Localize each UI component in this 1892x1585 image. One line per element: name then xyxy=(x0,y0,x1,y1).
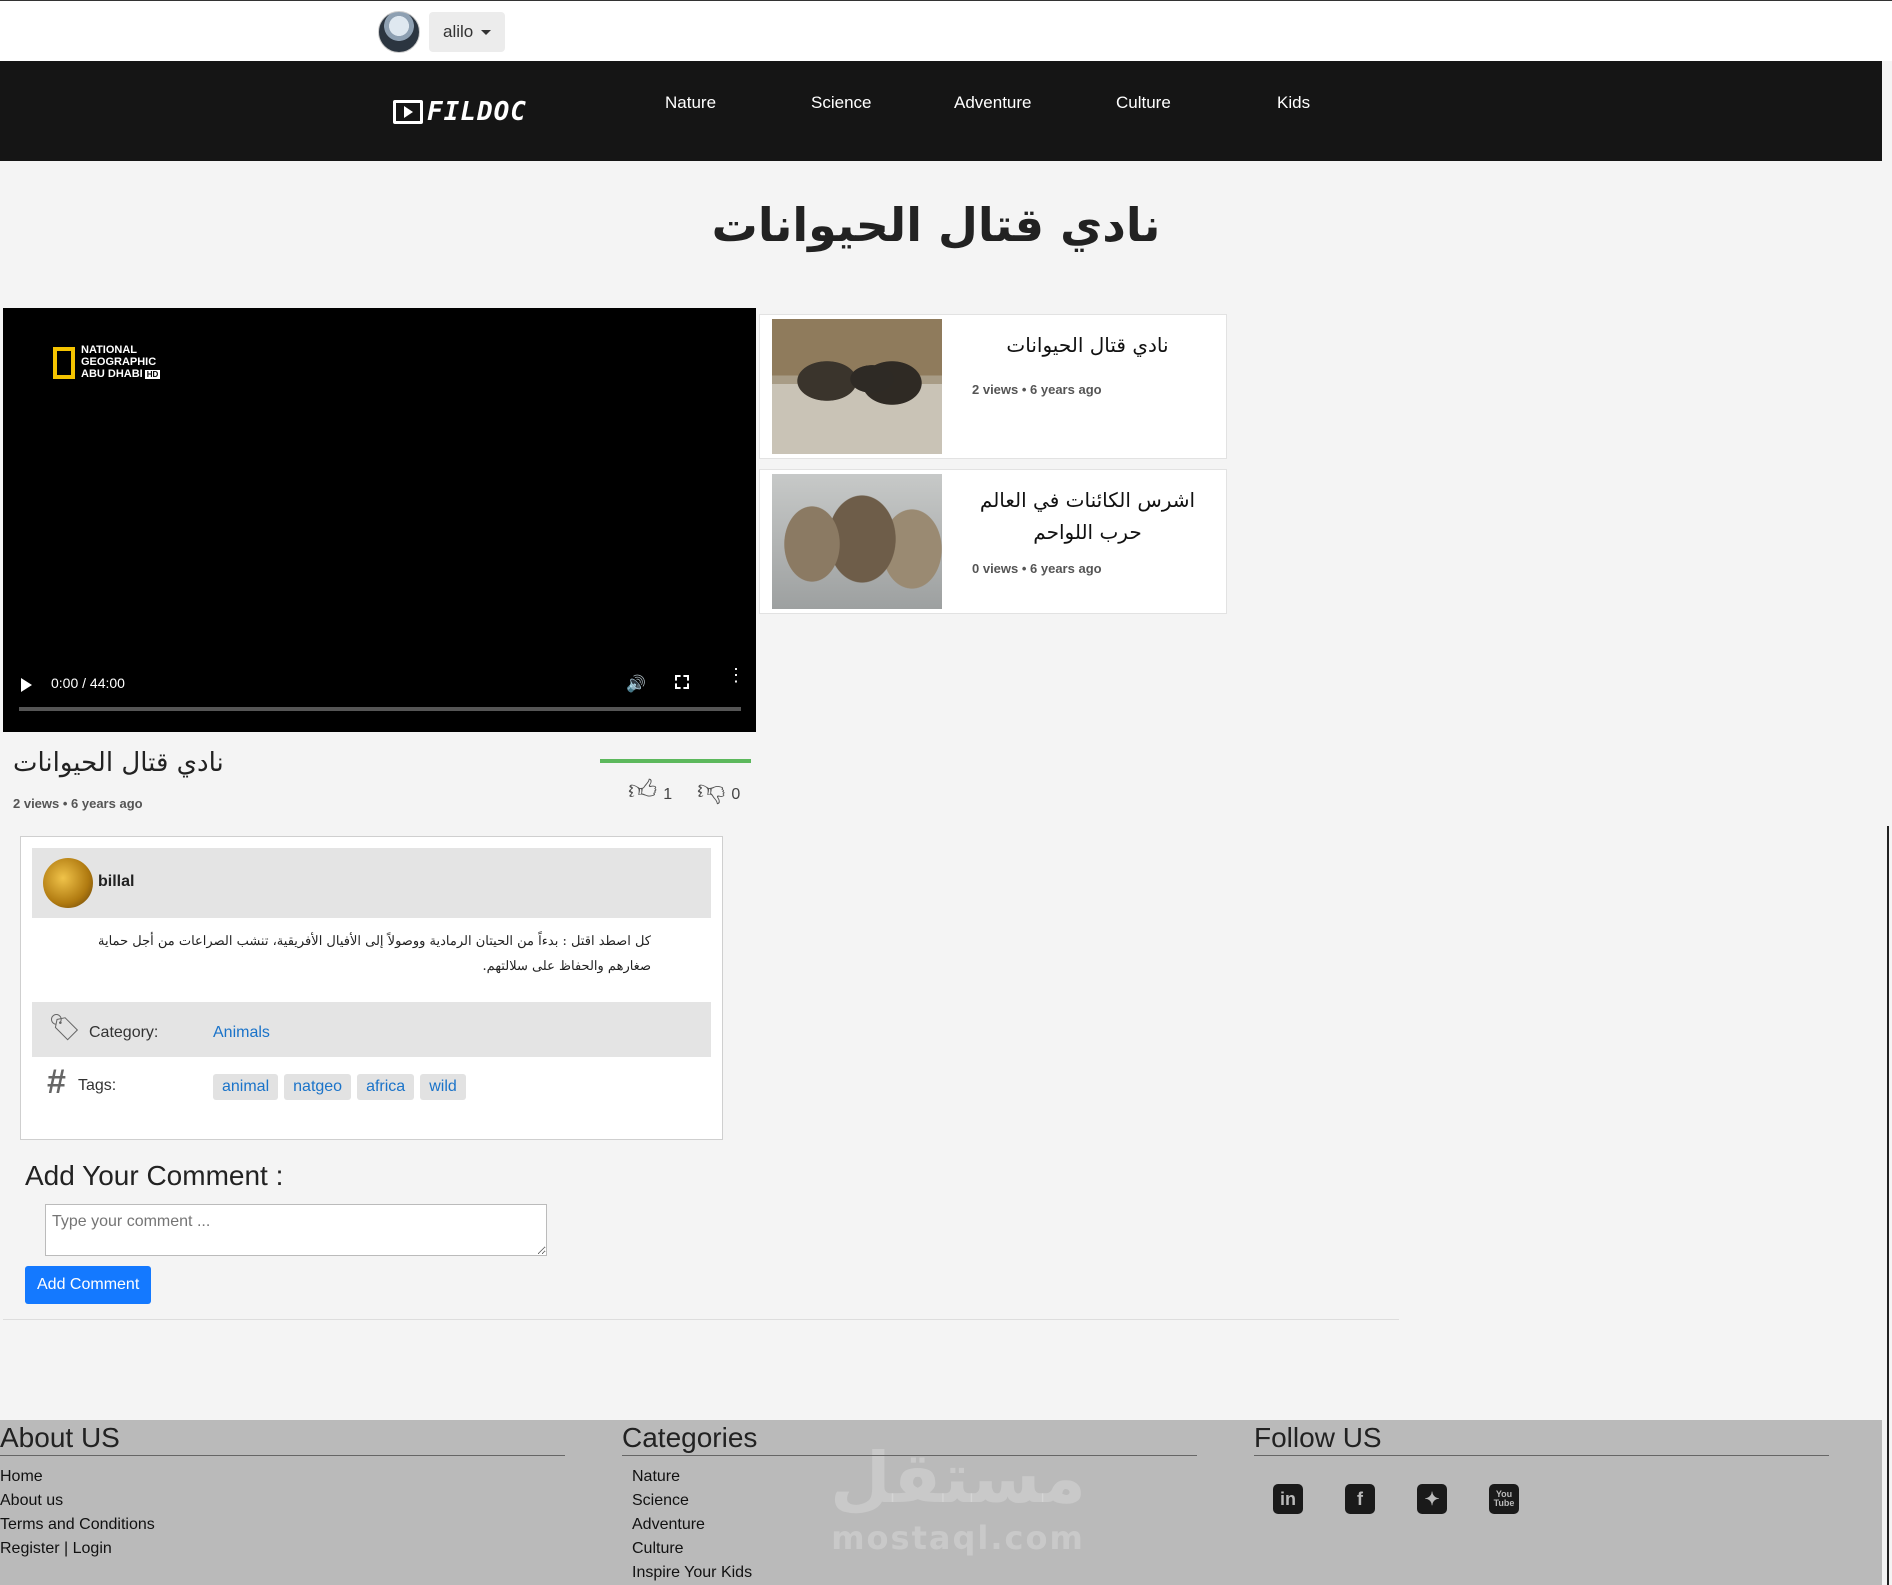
dislike-count: 0 xyxy=(731,786,741,803)
video-progress-bar[interactable] xyxy=(19,707,741,711)
author-name[interactable]: billal xyxy=(98,873,134,891)
tag-chip[interactable]: wild xyxy=(420,1074,466,1100)
footer-link-home[interactable]: Home xyxy=(0,1468,43,1486)
twitter-icon[interactable]: ✦ xyxy=(1417,1484,1447,1514)
dislike-button[interactable]: 👎︎ 0 xyxy=(697,776,740,804)
add-comment-title: Add Your Comment : xyxy=(25,1160,284,1191)
rating-bar xyxy=(600,759,751,763)
related-video-item[interactable]: اشرس الكائنات في العالم حرب اللواحم 0 vi… xyxy=(759,469,1227,614)
natgeo-logo: NATIONAL GEOGRAPHIC ABU DHABI HD xyxy=(53,344,161,381)
tag-icon: 🏷︎ xyxy=(48,1012,82,1042)
main-navbar: FILDOC Nature Science Adventure Culture … xyxy=(0,61,1882,161)
video-details-card: billal كل اصطد اقتل : بدءاً من الحيتان ا… xyxy=(20,836,723,1140)
nav-item-nature[interactable]: Nature xyxy=(665,93,716,113)
tags-label: Tags: xyxy=(78,1077,117,1094)
tag-list: animal natgeo africa wild xyxy=(213,1074,466,1100)
hashtag-icon: # xyxy=(47,1063,66,1101)
footer-link-about[interactable]: About us xyxy=(0,1492,63,1510)
page-title: نادي قتال الحيوانات xyxy=(711,198,1161,252)
divider xyxy=(0,1455,565,1456)
natgeo-line-1: NATIONAL xyxy=(81,344,138,356)
tag-chip[interactable]: natgeo xyxy=(284,1074,352,1100)
related-meta: 2 views • 6 years ago xyxy=(972,382,1102,397)
related-title[interactable]: اشرس الكائنات في العالم حرب اللواحم xyxy=(960,484,1215,548)
thumbs-down-icon: 👎︎ xyxy=(697,774,726,805)
video-time: 0:00 / 44:00 xyxy=(51,675,125,691)
natgeo-line-2: GEOGRAPHIC xyxy=(81,356,157,368)
linkedin-icon[interactable]: in xyxy=(1273,1484,1303,1514)
play-icon[interactable] xyxy=(21,678,32,692)
footer-link-adventure[interactable]: Adventure xyxy=(632,1516,705,1534)
comment-input[interactable] xyxy=(45,1204,547,1256)
footer-link-register-login[interactable]: Register | Login xyxy=(0,1540,112,1558)
fullscreen-icon[interactable] xyxy=(675,675,689,689)
site-logo[interactable]: FILDOC xyxy=(393,97,527,127)
video-meta: 2 views • 6 years ago xyxy=(13,796,143,811)
user-bar: alilo xyxy=(0,0,1892,61)
footer-link-kids[interactable]: Inspire Your Kids xyxy=(632,1564,752,1582)
tag-chip[interactable]: africa xyxy=(357,1074,415,1100)
thumbs-up-icon: 👍︎ xyxy=(628,774,658,805)
divider xyxy=(3,1319,1399,1320)
author-avatar[interactable] xyxy=(43,858,93,908)
nav-item-science[interactable]: Science xyxy=(811,93,871,113)
caret-down-icon xyxy=(481,29,492,35)
divider xyxy=(1254,1455,1829,1456)
footer-link-science[interactable]: Science xyxy=(632,1492,689,1510)
footer-about-title: About US xyxy=(0,1422,120,1453)
author-header: billal xyxy=(32,848,711,918)
category-label: Category: xyxy=(89,1024,159,1041)
category-link[interactable]: Animals xyxy=(213,1024,270,1042)
more-options-icon[interactable]: ⋮ xyxy=(727,666,745,684)
footer-link-nature[interactable]: Nature xyxy=(632,1468,680,1486)
volume-icon[interactable]: 🔊 xyxy=(626,674,646,694)
like-button[interactable]: 👍︎ 1 xyxy=(628,776,672,804)
watermark: مستقل mostaql.com xyxy=(830,1437,1087,1568)
video-player[interactable]: NATIONAL GEOGRAPHIC ABU DHABI HD 0:00 / 4… xyxy=(3,308,756,732)
footer-link-terms[interactable]: Terms and Conditions xyxy=(0,1516,155,1534)
page-edge xyxy=(1887,826,1889,1585)
tag-chip[interactable]: animal xyxy=(213,1074,279,1100)
facebook-icon[interactable]: f xyxy=(1345,1484,1375,1514)
related-title[interactable]: نادي قتال الحيوانات xyxy=(960,329,1215,361)
video-description: كل اصطد اقتل : بدءاً من الحيتان الرمادية… xyxy=(98,934,651,974)
natgeo-hd-badge: HD xyxy=(144,370,161,379)
user-menu-button[interactable]: alilo xyxy=(429,12,506,52)
divider xyxy=(622,1455,1197,1456)
youtube-icon[interactable]: You Tube xyxy=(1489,1484,1519,1514)
nav-item-culture[interactable]: Culture xyxy=(1116,93,1171,113)
watermark-text: مستقل xyxy=(830,1437,1087,1519)
related-thumbnail[interactable] xyxy=(772,474,942,609)
watermark-subtext: mostaql.com xyxy=(831,1519,1085,1557)
related-meta: 0 views • 6 years ago xyxy=(972,561,1102,576)
video-title: نادي قتال الحيوانات xyxy=(13,748,224,778)
category-row: 🏷︎ Category: Animals xyxy=(32,1002,711,1057)
footer-follow-title: Follow US xyxy=(1254,1422,1382,1453)
nav-item-adventure[interactable]: Adventure xyxy=(954,93,1032,113)
user-avatar[interactable] xyxy=(378,11,420,53)
user-name: alilo xyxy=(443,22,474,41)
related-video-item[interactable]: نادي قتال الحيوانات 2 views • 6 years ag… xyxy=(759,314,1227,459)
logo-text: FILDOC xyxy=(427,97,527,127)
like-count: 1 xyxy=(663,786,673,803)
nav-item-kids[interactable]: Kids xyxy=(1277,93,1310,113)
natgeo-line-3: ABU DHABI xyxy=(81,368,143,380)
footer-categories-title: Categories xyxy=(622,1422,758,1453)
related-thumbnail[interactable] xyxy=(772,319,942,454)
footer-link-culture[interactable]: Culture xyxy=(632,1540,684,1558)
play-screen-icon xyxy=(393,100,423,124)
add-comment-button[interactable]: Add Comment xyxy=(25,1266,152,1304)
natgeo-frame-icon xyxy=(53,346,75,379)
